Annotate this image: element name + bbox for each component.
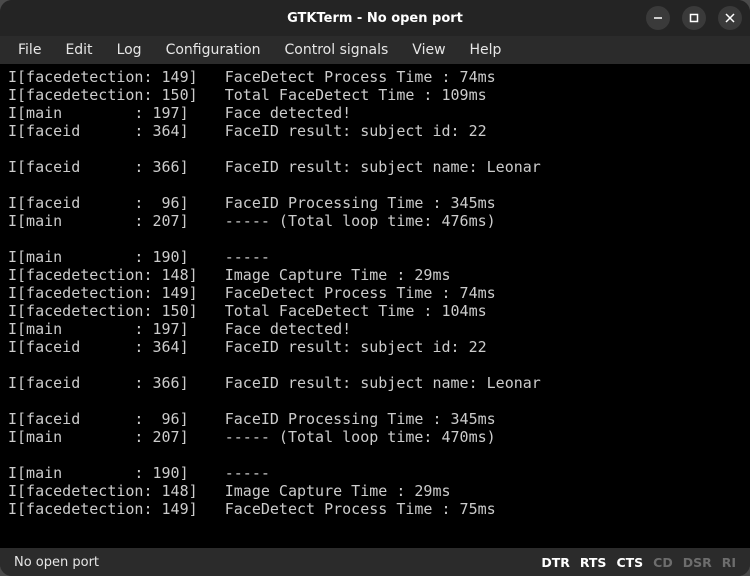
close-button[interactable] [718, 6, 742, 30]
signal-dtr: DTR [541, 555, 570, 570]
signal-dsr: DSR [683, 555, 712, 570]
titlebar: GTKTerm - No open port [0, 0, 750, 36]
statusbar: No open port DTR RTS CTS CD DSR RI [0, 548, 750, 576]
maximize-button[interactable] [682, 6, 706, 30]
menu-control-signals[interactable]: Control signals [275, 39, 399, 61]
terminal-output[interactable]: I[facedetection: 149] FaceDetect Process… [0, 64, 750, 548]
app-window: GTKTerm - No open port File Edit Log Con… [0, 0, 750, 576]
status-left: No open port [14, 555, 99, 570]
signal-cts: CTS [616, 555, 643, 570]
signal-rts: RTS [580, 555, 607, 570]
menu-file[interactable]: File [8, 39, 51, 61]
menu-edit[interactable]: Edit [55, 39, 102, 61]
menu-help[interactable]: Help [460, 39, 512, 61]
signal-ri: RI [722, 555, 736, 570]
close-icon [725, 13, 735, 23]
menu-log[interactable]: Log [107, 39, 152, 61]
menu-view[interactable]: View [402, 39, 455, 61]
status-signals: DTR RTS CTS CD DSR RI [541, 555, 736, 570]
window-controls [646, 0, 742, 36]
maximize-icon [689, 13, 699, 23]
window-title: GTKTerm - No open port [287, 11, 463, 26]
menubar: File Edit Log Configuration Control sign… [0, 36, 750, 64]
minimize-button[interactable] [646, 6, 670, 30]
minimize-icon [653, 13, 663, 23]
signal-cd: CD [653, 555, 673, 570]
menu-configuration[interactable]: Configuration [156, 39, 271, 61]
